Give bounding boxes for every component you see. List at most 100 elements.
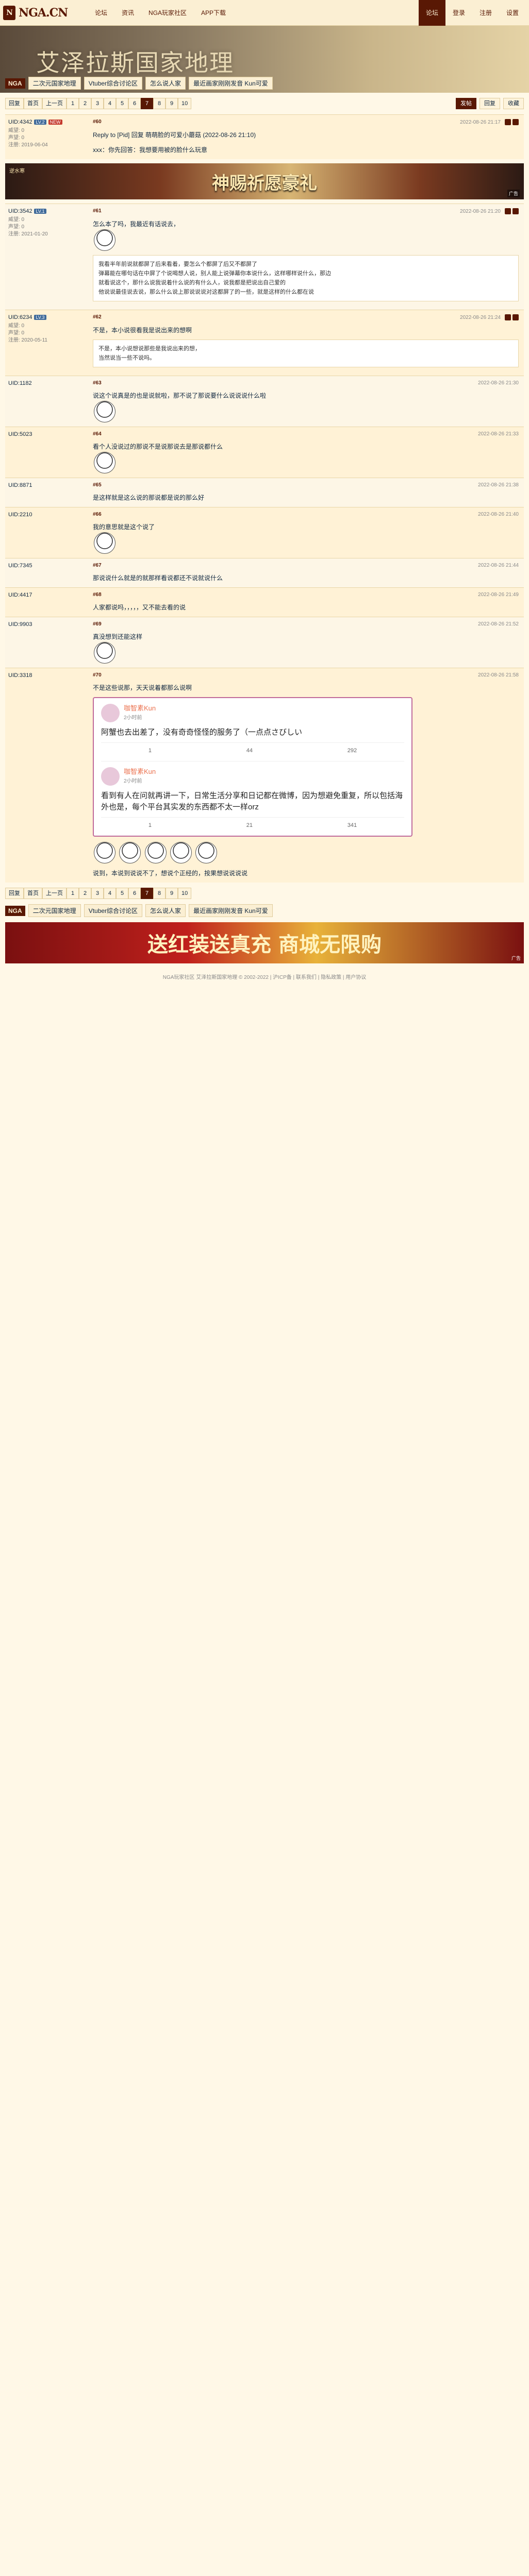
quote-icon[interactable]	[513, 314, 519, 320]
weibo-repost-count[interactable]: 1	[148, 821, 152, 831]
floor-number[interactable]: #67	[93, 563, 102, 568]
floor-number[interactable]: #69	[93, 621, 102, 627]
weibo-username[interactable]: 咖智素Kun	[124, 767, 156, 776]
pager-page[interactable]: 5	[116, 98, 128, 109]
sticker-icon	[170, 842, 192, 863]
post-text: 不是这些说那，天天说着都那么说啊	[93, 684, 192, 691]
reply-icon[interactable]	[505, 208, 511, 214]
breadcrumb-home[interactable]: NGA	[5, 905, 25, 916]
pager-page[interactable]: 6	[128, 98, 141, 109]
floor-number[interactable]: #66	[93, 512, 102, 517]
pager-page[interactable]: 5	[116, 888, 128, 899]
post-time: 2022-08-26 21:58	[478, 672, 519, 678]
floor-number[interactable]: #62	[93, 314, 102, 320]
breadcrumb-item[interactable]: 最近画家刚刚发音 Kun可爱	[189, 77, 273, 90]
pager-page[interactable]: 4	[104, 888, 116, 899]
breadcrumb-item[interactable]: 二次元国家地理	[28, 904, 81, 917]
breadcrumb-item[interactable]: 最近画家刚刚发音 Kun可爱	[189, 904, 273, 917]
reply-icon[interactable]	[505, 314, 511, 320]
nav-right-forum[interactable]: 论坛	[419, 0, 445, 26]
pager-reply[interactable]: 回复	[5, 98, 24, 109]
floor-number[interactable]: #65	[93, 482, 102, 488]
login-link[interactable]: 登录	[445, 0, 472, 26]
author-uid[interactable]: UID:5023	[8, 431, 32, 437]
ad-game-name: 逆水寒	[9, 168, 25, 174]
author-uid[interactable]: UID:2210	[8, 512, 32, 518]
site-logo[interactable]: N NGA.CN	[3, 5, 80, 20]
pager-prev[interactable]: 上一页	[42, 888, 67, 899]
author-uid[interactable]: UID:3318	[8, 672, 32, 679]
pagination: 回复 首页 上一页 1 2 3 4 5 6 7 8 9 10	[5, 98, 192, 109]
floor-number[interactable]: #61	[93, 208, 102, 214]
pager-page-current[interactable]: 7	[141, 98, 153, 109]
weibo-like-count[interactable]: 292	[348, 746, 357, 756]
pager-page[interactable]: 4	[104, 98, 116, 109]
pager-reply[interactable]: 回复	[5, 888, 24, 899]
weibo-repost-count[interactable]: 1	[148, 746, 152, 756]
pager-first[interactable]: 首页	[24, 888, 42, 899]
breadcrumb-item[interactable]: 怎么说人家	[145, 77, 186, 90]
pager-page[interactable]: 9	[166, 888, 178, 899]
pager-page[interactable]: 10	[178, 98, 192, 109]
pager-prev[interactable]: 上一页	[42, 98, 67, 109]
weibo-embed[interactable]: 咖智素Kun 2小时前 阿蟹也去出差了，没有奇奇怪怪的服务了（一点点さびしい 1…	[93, 697, 412, 837]
page-bottom-space	[0, 997, 529, 1873]
weibo-like-count[interactable]: 341	[348, 821, 357, 831]
breadcrumb-item[interactable]: Vtuber综合讨论区	[84, 77, 143, 90]
pager-page[interactable]: 9	[166, 98, 178, 109]
nav-news[interactable]: 资讯	[114, 0, 141, 26]
settings-link[interactable]: 设置	[499, 0, 526, 26]
weibo-text: 阿蟹也去出差了，没有奇奇怪怪的服务了（一点点さびしい	[101, 728, 303, 737]
pager-page[interactable]: 8	[153, 888, 166, 899]
post-time: 2022-08-26 21:49	[478, 592, 519, 598]
floor-number[interactable]: #60	[93, 119, 102, 125]
quote-icon[interactable]	[513, 208, 519, 214]
author-uid[interactable]: UID:1182	[8, 380, 32, 386]
breadcrumb-item[interactable]: 怎么说人家	[145, 904, 186, 917]
weibo-username[interactable]: 咖智素Kun	[124, 703, 156, 713]
weibo-comment-count[interactable]: 21	[246, 821, 253, 831]
footer-ad-banner[interactable]: 送红装送真充 商城无限购 广告	[5, 922, 524, 963]
pager-page[interactable]: 3	[91, 98, 104, 109]
breadcrumb-home[interactable]: NGA	[5, 78, 25, 89]
pager-page[interactable]: 3	[91, 888, 104, 899]
weibo-comment-count[interactable]: 44	[246, 746, 253, 756]
nav-app[interactable]: APP下载	[194, 0, 233, 26]
footer-ad-headline: 送红装送真充 商城无限购	[147, 933, 382, 957]
pager-page[interactable]: 8	[153, 98, 166, 109]
pager-page[interactable]: 1	[67, 888, 79, 899]
floor-number[interactable]: #63	[93, 380, 102, 386]
quote-icon[interactable]	[513, 119, 519, 125]
author-uid[interactable]: UID:3542	[8, 208, 32, 214]
pager-page[interactable]: 10	[178, 888, 192, 899]
author-uid[interactable]: UID:9903	[8, 621, 32, 628]
top-navigation-bar: N NGA.CN 论坛 资讯 NGA玩家社区 APP下载 论坛 登录 注册 设置	[0, 0, 529, 26]
favorite-button[interactable]: 收藏	[503, 98, 524, 109]
pager-page[interactable]: 2	[79, 98, 91, 109]
floor-number[interactable]: #64	[93, 431, 102, 437]
author-uid[interactable]: UID:4417	[8, 592, 32, 598]
author-uid[interactable]: UID:8871	[8, 482, 32, 488]
floor-number[interactable]: #70	[93, 672, 102, 678]
register-link[interactable]: 注册	[472, 0, 499, 26]
breadcrumb-item[interactable]: 二次元国家地理	[28, 77, 81, 90]
author-uid[interactable]: UID:6234	[8, 314, 32, 320]
sticker-icon	[94, 532, 115, 554]
author-uid[interactable]: UID:7345	[8, 563, 32, 569]
pager-first[interactable]: 首页	[24, 98, 42, 109]
game-ad-banner[interactable]: 逆水寒 神赐祈愿豪礼 广告	[5, 163, 524, 199]
pager-page[interactable]: 2	[79, 888, 91, 899]
reply-button[interactable]: 回复	[480, 98, 500, 109]
forum-banner: 艾泽拉斯国家地理 NGA 二次元国家地理 Vtuber综合讨论区 怎么说人家 最…	[0, 26, 529, 93]
breadcrumb-item[interactable]: Vtuber综合讨论区	[84, 904, 143, 917]
nav-forum[interactable]: 论坛	[88, 0, 114, 26]
author-uid[interactable]: UID:4342	[8, 119, 32, 125]
pager-page-current[interactable]: 7	[141, 888, 153, 899]
reply-icon[interactable]	[505, 119, 511, 125]
nav-community[interactable]: NGA玩家社区	[141, 0, 194, 26]
pager-page[interactable]: 6	[128, 888, 141, 899]
floor-number[interactable]: #68	[93, 592, 102, 598]
new-post-button[interactable]: 发帖	[456, 98, 476, 109]
post-text: 说到，本说到说说不了，想说个正经的，按果想说说说说	[93, 870, 248, 877]
pager-page[interactable]: 1	[67, 98, 79, 109]
